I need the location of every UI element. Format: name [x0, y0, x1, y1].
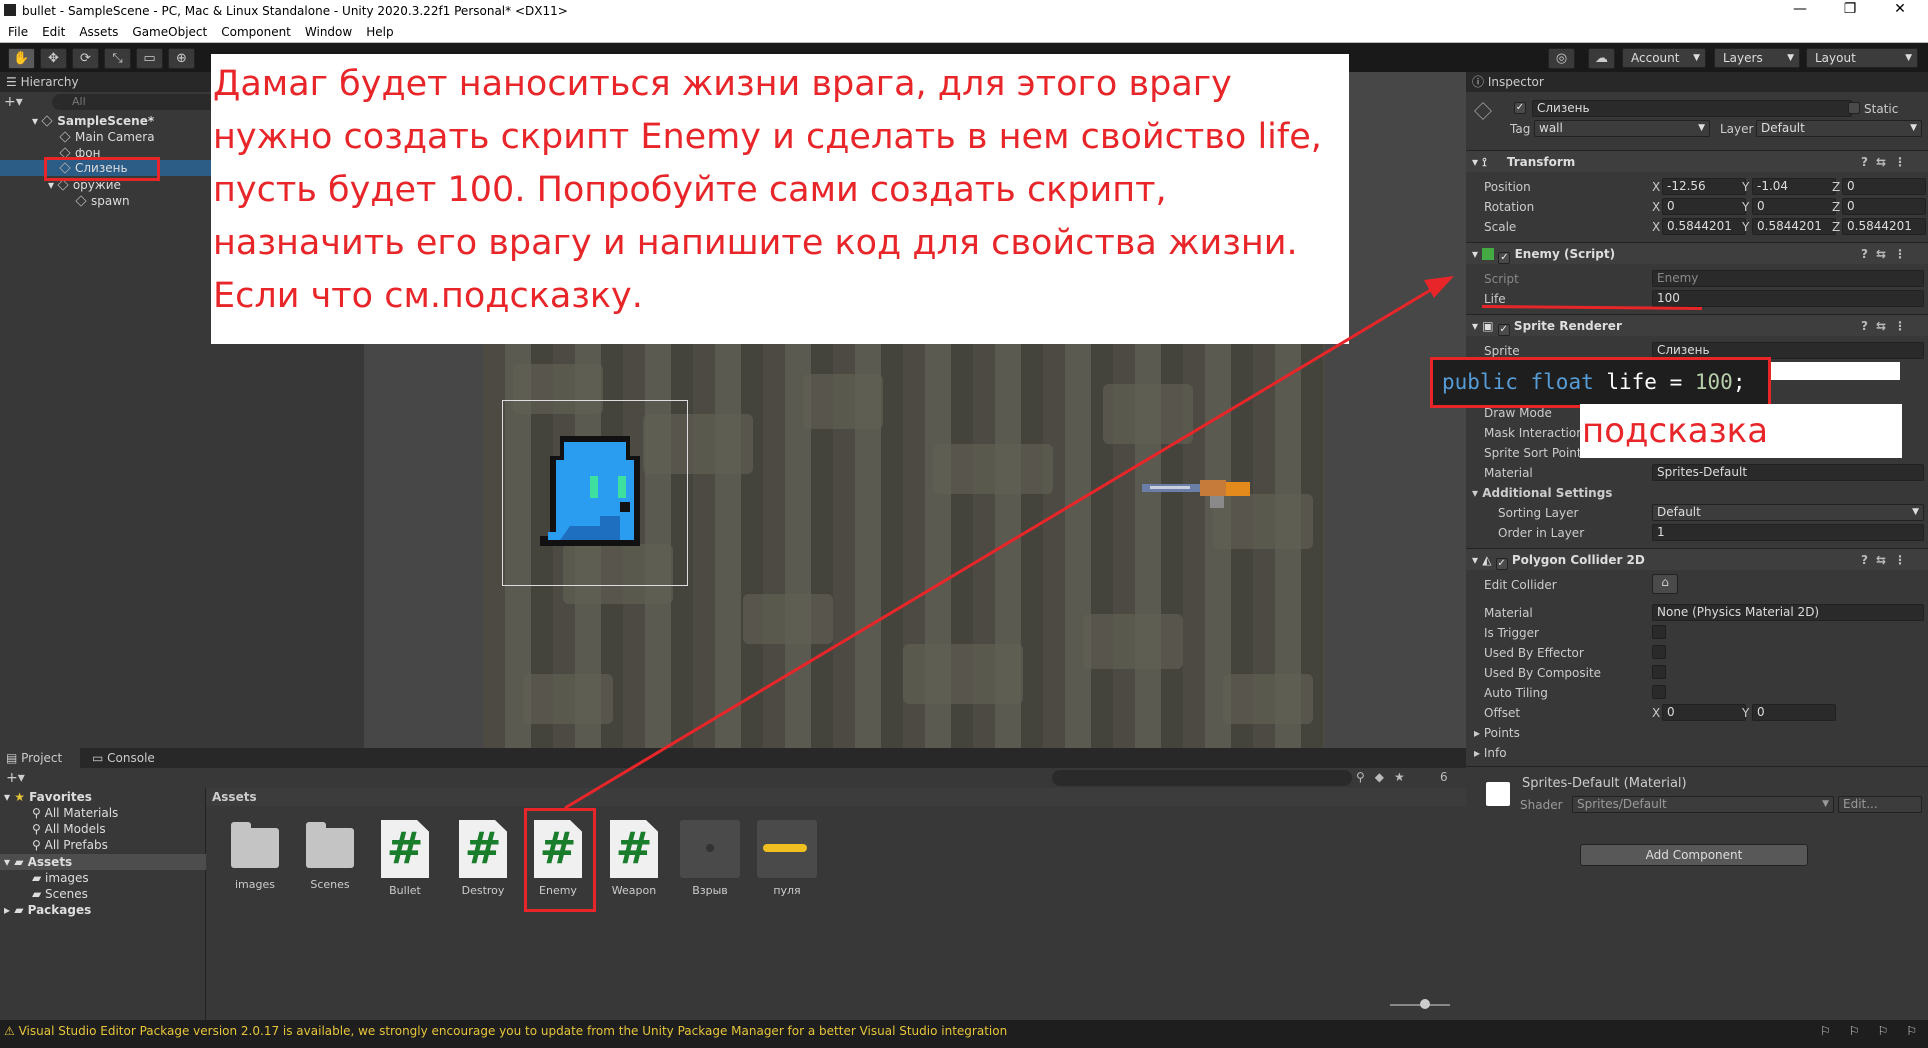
- annotation-arrow: [564, 276, 1454, 810]
